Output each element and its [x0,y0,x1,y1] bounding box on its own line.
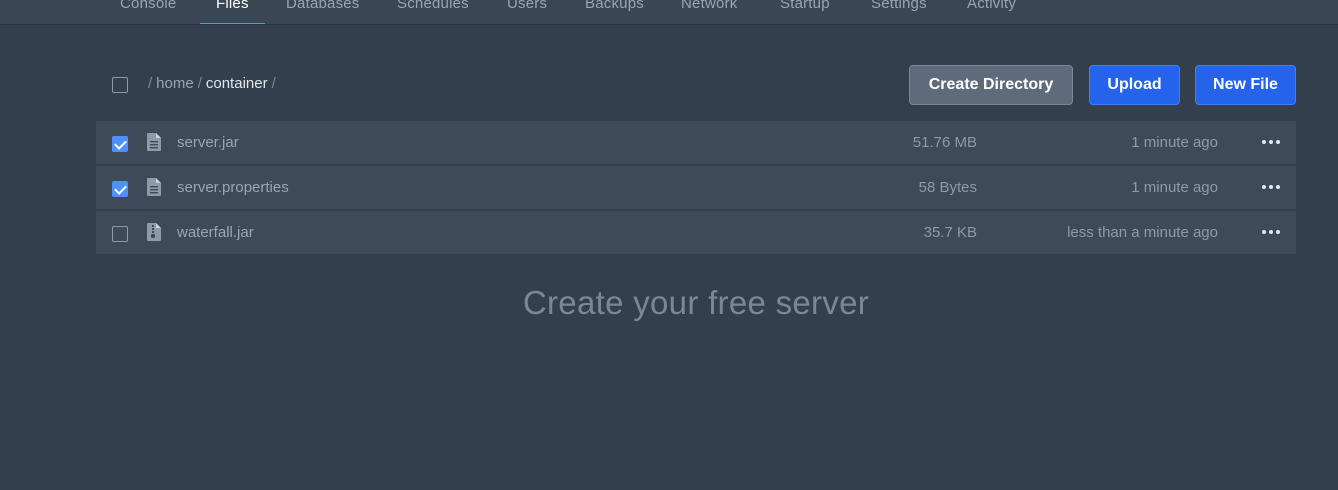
file-modified: 1 minute ago [1131,179,1218,196]
tab-console[interactable]: Console [104,0,192,24]
tab-startup[interactable]: Startup [764,0,846,24]
tab-backups[interactable]: Backups [569,0,660,24]
file-row[interactable]: server.jar 51.76 MB 1 minute ago [96,121,1296,165]
breadcrumb-separator: / [148,75,153,92]
upload-button[interactable]: Upload [1089,65,1180,105]
breadcrumb-separator: / [271,75,276,92]
file-name[interactable]: server.jar [177,134,239,151]
file-name[interactable]: waterfall.jar [177,224,254,241]
promo-text: Create your free server [522,284,870,321]
breadcrumb-separator: / [197,75,202,92]
file-text-icon [147,178,161,196]
file-checkbox[interactable] [112,136,128,152]
file-name[interactable]: server.properties [177,179,289,196]
more-options-icon[interactable] [1262,134,1280,150]
tab-network[interactable]: Network [665,0,753,24]
file-size: 51.76 MB [912,134,977,151]
file-row[interactable]: server.properties 58 Bytes 1 minute ago [96,166,1296,210]
new-file-button[interactable]: New File [1195,65,1296,105]
file-archive-icon [147,223,161,241]
tab-files[interactable]: Files [200,0,265,24]
more-options-icon[interactable] [1262,179,1280,195]
more-options-icon[interactable] [1262,224,1280,240]
file-checkbox[interactable] [112,226,128,242]
tab-databases[interactable]: Databases [270,0,376,24]
file-modified: less than a minute ago [1067,224,1218,241]
select-all-checkbox[interactable] [112,77,128,93]
breadcrumb-current: container [205,75,268,92]
file-checkbox[interactable] [112,181,128,197]
tab-schedules[interactable]: Schedules [381,0,485,24]
file-list: server.jar 51.76 MB 1 minute ago server.… [96,121,1296,256]
tab-activity[interactable]: Activity [951,0,1032,24]
create-directory-button[interactable]: Create Directory [909,65,1073,105]
breadcrumb: / home / container / [144,75,280,92]
file-modified: 1 minute ago [1131,134,1218,151]
file-row[interactable]: waterfall.jar 35.7 KB less than a minute… [96,211,1296,255]
file-size: 58 Bytes [918,179,977,196]
breadcrumb-home[interactable]: home [156,75,194,92]
tab-users[interactable]: Users [491,0,563,24]
file-text-icon [147,133,161,151]
top-nav: Console Files Databases Schedules Users … [0,0,1338,25]
file-toolbar: / home / container / Create Directory Upload… [96,65,1296,105]
file-size: 35.7 KB [923,224,977,241]
tab-settings[interactable]: Settings [855,0,943,24]
